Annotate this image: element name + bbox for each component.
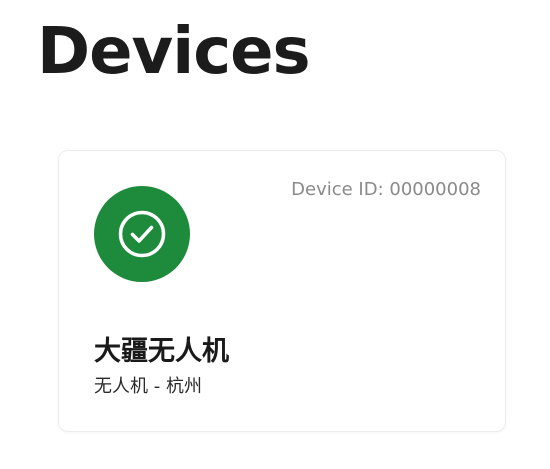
check-circle-icon bbox=[118, 210, 166, 258]
device-subtitle: 无人机 - 杭州 bbox=[94, 376, 202, 397]
device-status-indicator bbox=[94, 186, 190, 282]
device-card[interactable]: Device ID: 00000008 大疆无人机 无人机 - 杭州 bbox=[58, 150, 506, 432]
device-name: 大疆无人机 bbox=[94, 336, 229, 367]
device-id-label: Device ID: 00000008 bbox=[291, 179, 481, 200]
devices-page: Devices Device ID: 00000008 大疆无人机 无人机 - … bbox=[0, 0, 550, 469]
page-title: Devices bbox=[37, 15, 311, 89]
